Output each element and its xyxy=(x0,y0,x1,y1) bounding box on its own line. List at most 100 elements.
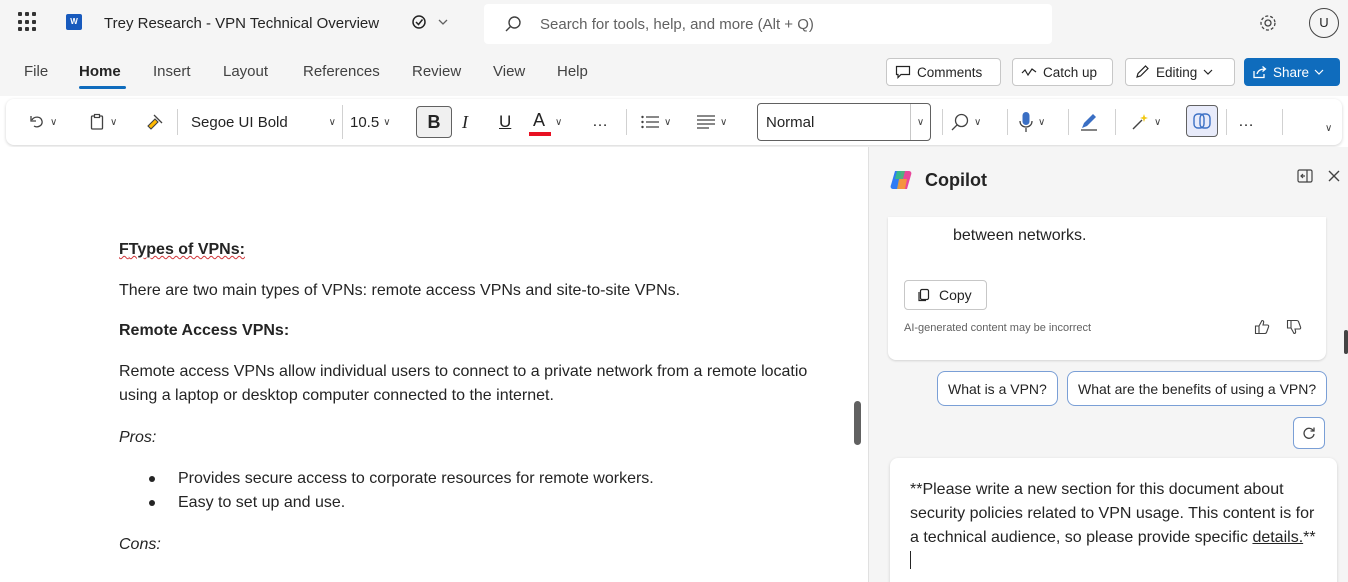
list-item[interactable]: Provides secure access to corporate reso… xyxy=(178,467,654,491)
chevron-down-icon: ∨ xyxy=(1154,116,1162,128)
thumbs-up-icon[interactable] xyxy=(1254,319,1270,335)
word-logo-icon: W xyxy=(66,14,82,30)
types-heading[interactable]: FTypes of VPNs: xyxy=(119,238,245,262)
font-name-dropdown[interactable]: Segoe UI Bold ∨ xyxy=(183,105,343,139)
types-paragraph[interactable]: There are two main types of VPNs: remote… xyxy=(119,279,680,303)
prompt-text[interactable]: **Please write a new section for this do… xyxy=(910,478,1316,574)
editor-pen-icon xyxy=(1081,114,1097,131)
format-painter-icon xyxy=(147,114,163,130)
formatting-toolbar: ∨ ∨ Segoe UI Bold ∨ 10.5 ∨ B I U A ∨ … ∨… xyxy=(6,99,1342,145)
spelling-error-text: FTypes of VPNs: xyxy=(119,241,245,258)
tab-layout[interactable]: Layout xyxy=(223,63,268,80)
expand-ribbon-button[interactable]: ∨ xyxy=(1321,105,1332,151)
toolbar-divider xyxy=(626,109,627,135)
undo-button[interactable]: ∨ xyxy=(28,99,57,145)
search-input[interactable]: Search for tools, help, and more (Alt + … xyxy=(484,4,1052,44)
font-color-button[interactable]: A ∨ xyxy=(529,99,562,145)
app-launcher-icon[interactable] xyxy=(18,12,38,32)
document-title[interactable]: Trey Research - VPN Technical Overview xyxy=(104,15,379,32)
document-scrollbar[interactable] xyxy=(854,401,861,445)
search-placeholder: Search for tools, help, and more (Alt + … xyxy=(540,16,814,33)
comment-icon xyxy=(895,65,911,79)
chevron-down-icon: ∨ xyxy=(664,116,672,128)
dictate-button[interactable]: ∨ xyxy=(1018,99,1045,145)
bullet-marker xyxy=(148,475,156,483)
find-button[interactable]: ∨ xyxy=(950,99,981,145)
tab-view[interactable]: View xyxy=(493,63,525,80)
toolbar-divider xyxy=(1068,109,1069,135)
ai-disclaimer: AI-generated content may be incorrect xyxy=(904,322,1092,334)
response-text: between networks. xyxy=(953,227,1087,244)
refresh-suggestions-button[interactable] xyxy=(1293,417,1325,449)
search-icon xyxy=(505,16,521,32)
catch-up-label: Catch up xyxy=(1043,64,1098,80)
thumbs-down-icon[interactable] xyxy=(1286,319,1302,335)
toolbar-divider xyxy=(1226,109,1227,135)
font-size-value: 10.5 xyxy=(350,113,380,131)
editing-label: Editing xyxy=(1156,64,1198,80)
tab-file[interactable]: File xyxy=(24,63,48,80)
tab-review[interactable]: Review xyxy=(412,63,461,80)
search-icon xyxy=(951,113,969,131)
alignment-button[interactable]: ∨ xyxy=(696,99,727,145)
title-status-group[interactable] xyxy=(410,14,448,30)
copilot-pane: Copilot between networks. Copy AI-genera… xyxy=(869,147,1348,582)
more-font-options-button[interactable]: … xyxy=(592,99,609,145)
tab-references[interactable]: References xyxy=(303,63,380,80)
settings-gear-icon[interactable] xyxy=(1258,13,1278,36)
remote-access-heading[interactable]: Remote Access VPNs: xyxy=(119,319,289,343)
chevron-down-icon xyxy=(1314,69,1324,75)
copilot-toggle-button[interactable] xyxy=(1186,105,1218,137)
suggestion-chip[interactable]: What is a VPN? xyxy=(937,371,1058,406)
suggestion-chip[interactable]: What are the benefits of using a VPN? xyxy=(1067,371,1328,406)
catch-up-icon xyxy=(1021,68,1037,77)
more-options-button[interactable]: … xyxy=(1238,99,1254,145)
comments-button[interactable]: Comments xyxy=(886,58,1001,86)
editor-button[interactable] xyxy=(1079,99,1099,145)
text-cursor xyxy=(910,551,911,569)
chevron-down-icon: ∨ xyxy=(974,116,982,128)
bullet-list-icon xyxy=(641,115,659,129)
toolbar-divider xyxy=(1007,109,1008,135)
tab-insert[interactable]: Insert xyxy=(153,63,191,80)
avatar[interactable]: U xyxy=(1309,8,1339,38)
chevron-down-icon: ∨ xyxy=(910,104,930,140)
toolbar-divider xyxy=(1282,109,1283,135)
list-item[interactable]: Easy to set up and use. xyxy=(178,491,345,515)
copilot-prompt-input[interactable]: **Please write a new section for this do… xyxy=(890,458,1337,582)
window-resize-handle[interactable] xyxy=(1344,330,1348,354)
prompt-underlined-text: details. xyxy=(1252,529,1304,546)
toolbar-divider xyxy=(942,109,943,135)
cons-label[interactable]: Cons: xyxy=(119,533,161,557)
underline-button[interactable]: U xyxy=(499,99,511,145)
comments-label: Comments xyxy=(917,64,983,80)
chevron-down-icon: ∨ xyxy=(1325,122,1333,134)
chevron-down-icon: ∨ xyxy=(110,116,118,128)
cloud-saved-icon xyxy=(412,15,426,29)
bold-button[interactable]: B xyxy=(416,106,452,138)
remote-access-paragraph-line1[interactable]: Remote access VPNs allow individual user… xyxy=(119,360,807,384)
feedback-group xyxy=(1254,319,1302,335)
font-size-dropdown[interactable]: 10.5 ∨ xyxy=(344,105,406,139)
catch-up-button[interactable]: Catch up xyxy=(1012,58,1113,86)
editing-mode-button[interactable]: Editing xyxy=(1125,58,1235,86)
microphone-icon xyxy=(1019,112,1033,132)
styles-dropdown[interactable]: Normal ∨ xyxy=(757,103,931,141)
clipboard-icon xyxy=(90,113,104,130)
copilot-header: Copilot xyxy=(889,167,987,193)
bullets-button[interactable]: ∨ xyxy=(640,99,671,145)
document-canvas[interactable]: FTypes of VPNs: There are two main types… xyxy=(0,147,868,582)
copy-button[interactable]: Copy xyxy=(904,280,987,310)
tab-help[interactable]: Help xyxy=(557,63,588,80)
copy-icon xyxy=(918,288,930,302)
format-painter-button[interactable] xyxy=(145,99,165,145)
italic-button[interactable]: I xyxy=(462,99,468,145)
tab-home[interactable]: Home xyxy=(79,63,121,80)
paste-button[interactable]: ∨ xyxy=(88,99,117,145)
designer-button[interactable]: ∨ xyxy=(1130,99,1161,145)
close-icon[interactable] xyxy=(1327,169,1341,183)
dock-pane-icon[interactable] xyxy=(1297,169,1313,183)
remote-access-paragraph-line2[interactable]: using a laptop or desktop computer conne… xyxy=(119,384,554,408)
pros-label[interactable]: Pros: xyxy=(119,426,156,450)
share-button[interactable]: Share xyxy=(1244,58,1340,86)
